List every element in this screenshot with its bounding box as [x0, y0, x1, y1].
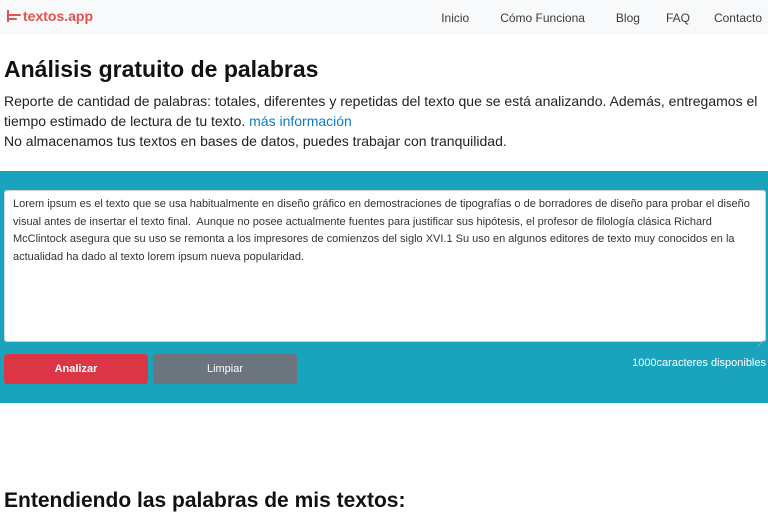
page-title: Análisis gratuito de palabras	[4, 56, 319, 82]
clear-button[interactable]: Limpiar	[153, 354, 297, 384]
brand-logo[interactable]: textos.app	[7, 8, 93, 24]
top-navbar: textos.app Inicio Cómo Funciona Blog FAQ…	[0, 0, 768, 35]
brand-name: textos.app	[23, 8, 94, 24]
nav-link-contacto[interactable]: Contacto	[714, 11, 762, 25]
intro-description: Reporte de cantidad de palabras: totales…	[4, 93, 758, 129]
more-info-link[interactable]: más información	[249, 113, 352, 129]
characters-remaining: 1000caracteres disponibles	[632, 357, 766, 369]
intro-text: Reporte de cantidad de palabras: totales…	[4, 91, 764, 151]
text-input[interactable]: Lorem ipsum es el texto que se usa habit…	[4, 190, 766, 342]
notes-icon	[7, 10, 21, 22]
section-title: Entendiendo las palabras de mis textos:	[4, 489, 406, 512]
resize-handle[interactable]	[756, 334, 764, 348]
nav-link-inicio[interactable]: Inicio	[441, 11, 469, 25]
nav-links: Inicio Cómo Funciona Blog FAQ Contacto	[441, 0, 768, 35]
nav-link-faq[interactable]: FAQ	[666, 11, 690, 25]
analyze-button[interactable]: Analizar	[4, 354, 148, 384]
privacy-note: No almacenamos tus textos en bases de da…	[4, 133, 507, 149]
nav-link-como-funciona[interactable]: Cómo Funciona	[500, 11, 585, 25]
nav-link-blog[interactable]: Blog	[616, 11, 640, 25]
